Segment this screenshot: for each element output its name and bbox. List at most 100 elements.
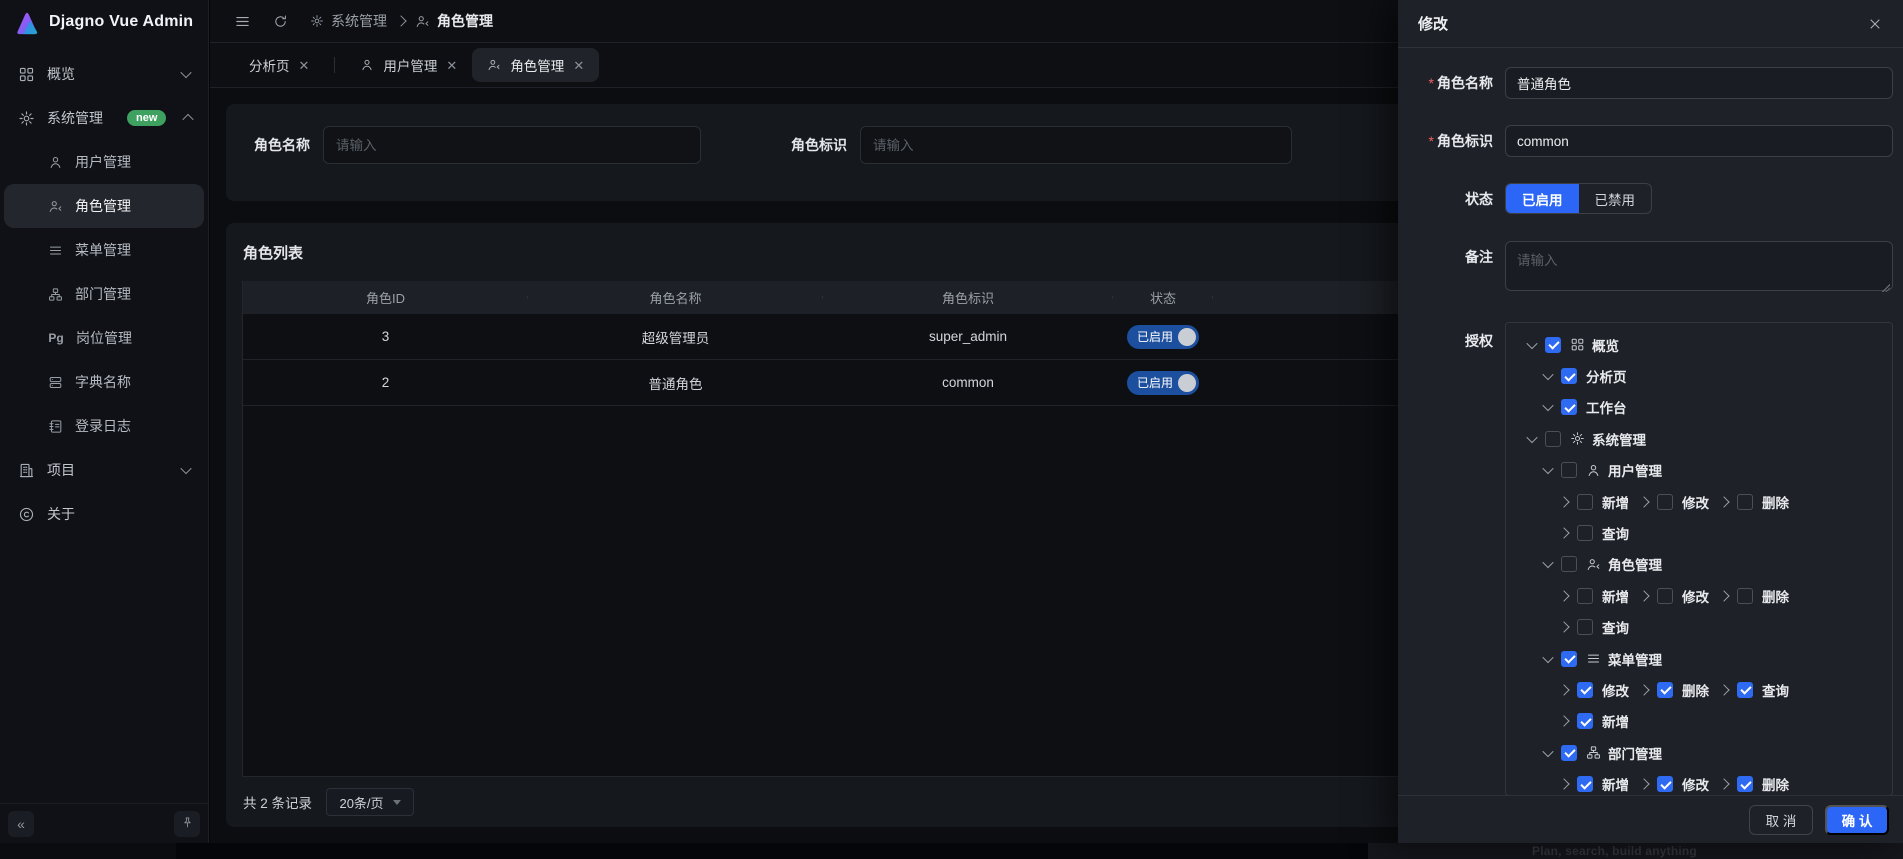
role-code-input[interactable] <box>1505 125 1893 157</box>
cancel-button[interactable]: 取 消 <box>1749 805 1813 835</box>
breadcrumb-item-system[interactable]: 系统管理 <box>310 11 387 31</box>
tree-caret-icon[interactable] <box>1718 592 1730 600</box>
tree-checkbox[interactable] <box>1657 494 1673 510</box>
tree-caret-icon[interactable] <box>1526 341 1538 349</box>
sidebar-item-dict[interactable]: 字典名称 <box>4 360 204 404</box>
tree-caret-icon[interactable] <box>1558 717 1570 725</box>
tab-users[interactable]: 用户管理✕ <box>345 48 472 82</box>
tree-checkbox[interactable] <box>1737 682 1753 698</box>
tree-node[interactable]: 新增 <box>1558 586 1629 606</box>
tree-checkbox[interactable] <box>1545 431 1561 447</box>
sidebar-pin-button[interactable] <box>174 811 200 837</box>
sidebar-item-system[interactable]: 系统管理new <box>4 96 204 140</box>
sidebar-item-menus[interactable]: 菜单管理 <box>4 228 204 272</box>
tree-caret-icon[interactable] <box>1558 498 1570 506</box>
tree-node[interactable]: 系统管理 <box>1526 429 1646 449</box>
tree-caret-icon[interactable] <box>1558 592 1570 600</box>
sidebar-item-posts[interactable]: Pg岗位管理 <box>4 316 204 360</box>
tree-caret-icon[interactable] <box>1558 529 1570 537</box>
tree-caret-icon[interactable] <box>1638 686 1650 694</box>
tree-checkbox[interactable] <box>1545 337 1561 353</box>
tree-node[interactable]: 修改 <box>1638 586 1709 606</box>
tab-analysis[interactable]: 分析页✕ <box>234 48 324 82</box>
tree-checkbox[interactable] <box>1561 556 1577 572</box>
tree-checkbox[interactable] <box>1737 494 1753 510</box>
breadcrumb-item-roles[interactable]: 角色管理 <box>415 11 493 31</box>
tree-caret-icon[interactable] <box>1558 686 1570 694</box>
tree-checkbox[interactable] <box>1561 462 1577 478</box>
tree-node[interactable]: 用户管理 <box>1542 460 1662 480</box>
tree-checkbox[interactable] <box>1561 368 1577 384</box>
tree-node[interactable]: 新增 <box>1558 492 1629 512</box>
tree-caret-icon[interactable] <box>1542 560 1554 568</box>
hamburger-icon[interactable] <box>234 13 251 30</box>
tree-caret-icon[interactable] <box>1718 498 1730 506</box>
tree-node[interactable]: 新增 <box>1558 711 1629 731</box>
tree-node[interactable]: 菜单管理 <box>1542 649 1662 669</box>
tree-node[interactable]: 分析页 <box>1542 366 1627 386</box>
tree-node[interactable]: 删除 <box>1718 492 1789 512</box>
status-toggle[interactable]: 已启用 <box>1127 371 1199 395</box>
sidebar-item-overview[interactable]: 概览 <box>4 52 204 96</box>
tree-node[interactable]: 修改 <box>1638 492 1709 512</box>
tree-checkbox[interactable] <box>1737 588 1753 604</box>
tree-checkbox[interactable] <box>1577 619 1593 635</box>
tree-caret-icon[interactable] <box>1542 372 1554 380</box>
tree-node[interactable]: 查询 <box>1558 617 1629 637</box>
role-code-search-input[interactable] <box>860 126 1292 164</box>
tree-checkbox[interactable] <box>1561 745 1577 761</box>
tree-checkbox[interactable] <box>1657 776 1673 792</box>
tree-caret-icon[interactable] <box>1542 403 1554 411</box>
role-name-input[interactable] <box>1505 67 1893 99</box>
tree-checkbox[interactable] <box>1577 525 1593 541</box>
tab-close-icon[interactable]: ✕ <box>573 59 584 72</box>
tree-caret-icon[interactable] <box>1526 435 1538 443</box>
tree-checkbox[interactable] <box>1577 713 1593 729</box>
tree-caret-icon[interactable] <box>1558 623 1570 631</box>
tree-node[interactable]: 删除 <box>1718 774 1789 794</box>
sidebar-item-about[interactable]: 关于 <box>4 492 204 536</box>
sidebar-collapse-button[interactable]: « <box>8 811 34 837</box>
tree-checkbox[interactable] <box>1737 776 1753 792</box>
tree-caret-icon[interactable] <box>1718 686 1730 694</box>
tree-node[interactable]: 部门管理 <box>1542 743 1662 763</box>
sidebar-item-users[interactable]: 用户管理 <box>4 140 204 184</box>
tree-caret-icon[interactable] <box>1558 780 1570 788</box>
status-option-disabled[interactable]: 已禁用 <box>1579 184 1652 213</box>
tree-node[interactable]: 修改 <box>1558 680 1629 700</box>
tree-node[interactable]: 概览 <box>1526 335 1619 355</box>
tree-checkbox[interactable] <box>1577 776 1593 792</box>
status-option-enabled[interactable]: 已启用 <box>1506 184 1579 213</box>
tree-checkbox[interactable] <box>1657 682 1673 698</box>
role-name-search-input[interactable] <box>323 126 701 164</box>
tree-node[interactable]: 删除 <box>1638 680 1709 700</box>
tree-checkbox[interactable] <box>1577 682 1593 698</box>
tree-caret-icon[interactable] <box>1638 780 1650 788</box>
refresh-icon[interactable] <box>273 14 288 29</box>
sidebar-item-depts[interactable]: 部门管理 <box>4 272 204 316</box>
sidebar-item-roles[interactable]: 角色管理 <box>4 184 204 228</box>
tree-checkbox[interactable] <box>1657 588 1673 604</box>
tab-roles[interactable]: 角色管理✕ <box>472 48 599 82</box>
tree-caret-icon[interactable] <box>1638 592 1650 600</box>
tree-checkbox[interactable] <box>1577 494 1593 510</box>
tree-checkbox[interactable] <box>1561 651 1577 667</box>
tree-node[interactable]: 查询 <box>1718 680 1789 700</box>
remark-textarea[interactable] <box>1505 241 1893 291</box>
sidebar-item-project[interactable]: 项目 <box>4 448 204 492</box>
tree-node[interactable]: 新增 <box>1558 774 1629 794</box>
tree-node[interactable]: 修改 <box>1638 774 1709 794</box>
tree-caret-icon[interactable] <box>1542 655 1554 663</box>
tab-close-icon[interactable]: ✕ <box>446 59 457 72</box>
confirm-button[interactable]: 确 认 <box>1825 805 1889 835</box>
page-size-select[interactable]: 20条/页 <box>326 788 414 816</box>
status-toggle[interactable]: 已启用 <box>1127 325 1199 349</box>
tree-caret-icon[interactable] <box>1542 749 1554 757</box>
sidebar-item-login-log[interactable]: 登录日志 <box>4 404 204 448</box>
tree-caret-icon[interactable] <box>1718 780 1730 788</box>
tree-node[interactable]: 工作台 <box>1542 397 1627 417</box>
tab-close-icon[interactable]: ✕ <box>299 59 310 72</box>
tree-node[interactable]: 删除 <box>1718 586 1789 606</box>
tree-node[interactable]: 角色管理 <box>1542 554 1662 574</box>
tree-checkbox[interactable] <box>1577 588 1593 604</box>
